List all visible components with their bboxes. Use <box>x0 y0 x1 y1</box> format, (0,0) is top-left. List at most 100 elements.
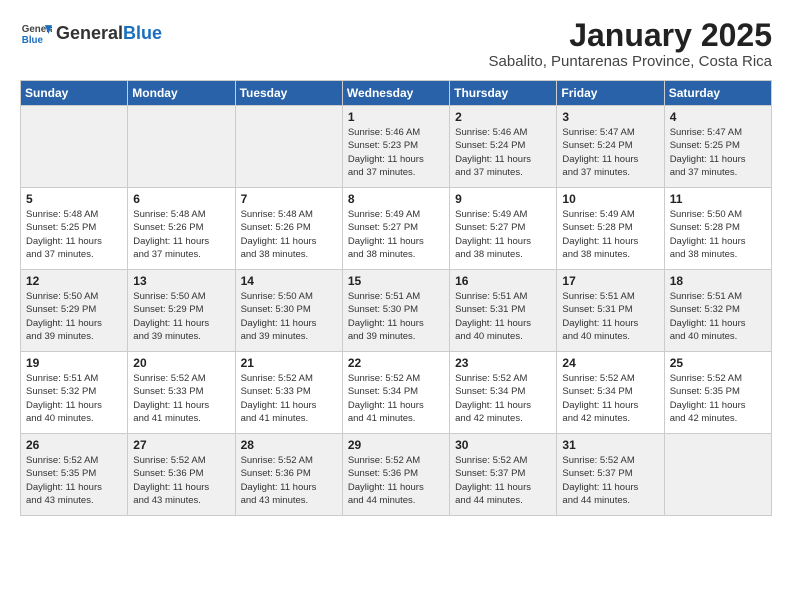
day-info: Sunrise: 5:51 AMSunset: 5:32 PMDaylight:… <box>26 372 122 425</box>
day-number: 9 <box>455 192 551 206</box>
day-info: Sunrise: 5:48 AMSunset: 5:26 PMDaylight:… <box>133 208 229 261</box>
calendar-week-row: 12 Sunrise: 5:50 AMSunset: 5:29 PMDayligh… <box>21 270 772 352</box>
title-block: January 2025 Sabalito, Puntarenas Provin… <box>489 18 772 70</box>
table-row: 28 Sunrise: 5:52 AMSunset: 5:36 PMDayligh… <box>235 434 342 516</box>
day-number: 22 <box>348 356 444 370</box>
col-sunday: Sunday <box>21 81 128 106</box>
table-row: 24Sunrise: 5:52 AMSunset: 5:34 PMDayligh… <box>557 352 664 434</box>
day-number: 25 <box>670 356 766 370</box>
day-info: Sunrise: 5:47 AMSunset: 5:24 PMDaylight:… <box>562 126 658 179</box>
table-row: 31Sunrise: 5:52 AMSunset: 5:37 PMDayligh… <box>557 434 664 516</box>
col-wednesday: Wednesday <box>342 81 449 106</box>
day-info: Sunrise: 5:50 AMSunset: 5:30 PMDaylight:… <box>241 290 337 343</box>
day-number: 17 <box>562 274 658 288</box>
col-tuesday: Tuesday <box>235 81 342 106</box>
table-row: 19 Sunrise: 5:51 AMSunset: 5:32 PMDayligh… <box>21 352 128 434</box>
day-number: 27 <box>133 438 229 452</box>
table-row: 29 Sunrise: 5:52 AMSunset: 5:36 PMDayligh… <box>342 434 449 516</box>
calendar-week-row: 19 Sunrise: 5:51 AMSunset: 5:32 PMDayligh… <box>21 352 772 434</box>
day-number: 1 <box>348 110 444 124</box>
day-info: Sunrise: 5:52 AMSunset: 5:36 PMDaylight:… <box>241 454 337 507</box>
day-number: 3 <box>562 110 658 124</box>
table-row: 16 Sunrise: 5:51 AMSunset: 5:31 PMDayligh… <box>450 270 557 352</box>
day-number: 18 <box>670 274 766 288</box>
day-info: Sunrise: 5:50 AMSunset: 5:29 PMDaylight:… <box>26 290 122 343</box>
day-info: Sunrise: 5:49 AMSunset: 5:28 PMDaylight:… <box>562 208 658 261</box>
calendar-week-row: 26Sunrise: 5:52 AMSunset: 5:35 PMDayligh… <box>21 434 772 516</box>
day-number: 12 <box>26 274 122 288</box>
svg-text:Blue: Blue <box>22 35 44 46</box>
day-info: Sunrise: 5:46 AMSunset: 5:23 PMDaylight:… <box>348 126 444 179</box>
logo-icon: General Blue <box>20 18 52 50</box>
day-number: 4 <box>670 110 766 124</box>
calendar-table: Sunday Monday Tuesday Wednesday Thursday… <box>20 80 772 516</box>
day-info: Sunrise: 5:46 AMSunset: 5:24 PMDaylight:… <box>455 126 551 179</box>
day-number: 29 <box>348 438 444 452</box>
day-info: Sunrise: 5:52 AMSunset: 5:33 PMDaylight:… <box>241 372 337 425</box>
page: General Blue GeneralBlue January 2025 Sa… <box>0 0 792 534</box>
table-row: 2 Sunrise: 5:46 AMSunset: 5:24 PMDaylight… <box>450 106 557 188</box>
table-row: 14Sunrise: 5:50 AMSunset: 5:30 PMDayligh… <box>235 270 342 352</box>
day-info: Sunrise: 5:51 AMSunset: 5:31 PMDaylight:… <box>562 290 658 343</box>
logo-general-text: General <box>56 23 123 43</box>
day-info: Sunrise: 5:51 AMSunset: 5:32 PMDaylight:… <box>670 290 766 343</box>
table-row: 10 Sunrise: 5:49 AMSunset: 5:28 PMDayligh… <box>557 188 664 270</box>
day-info: Sunrise: 5:52 AMSunset: 5:35 PMDaylight:… <box>670 372 766 425</box>
day-info: Sunrise: 5:51 AMSunset: 5:31 PMDaylight:… <box>455 290 551 343</box>
table-row: 3 Sunrise: 5:47 AMSunset: 5:24 PMDaylight… <box>557 106 664 188</box>
col-thursday: Thursday <box>450 81 557 106</box>
day-info: Sunrise: 5:50 AMSunset: 5:29 PMDaylight:… <box>133 290 229 343</box>
table-row <box>21 106 128 188</box>
day-info: Sunrise: 5:49 AMSunset: 5:27 PMDaylight:… <box>455 208 551 261</box>
logo: General Blue GeneralBlue <box>20 18 162 50</box>
day-info: Sunrise: 5:49 AMSunset: 5:27 PMDaylight:… <box>348 208 444 261</box>
table-row: 15 Sunrise: 5:51 AMSunset: 5:30 PMDayligh… <box>342 270 449 352</box>
table-row: 9 Sunrise: 5:49 AMSunset: 5:27 PMDaylight… <box>450 188 557 270</box>
col-friday: Friday <box>557 81 664 106</box>
day-number: 21 <box>241 356 337 370</box>
day-info: Sunrise: 5:52 AMSunset: 5:36 PMDaylight:… <box>348 454 444 507</box>
day-number: 30 <box>455 438 551 452</box>
table-row: 4 Sunrise: 5:47 AMSunset: 5:25 PMDaylight… <box>664 106 771 188</box>
day-number: 6 <box>133 192 229 206</box>
table-row: 17 Sunrise: 5:51 AMSunset: 5:31 PMDayligh… <box>557 270 664 352</box>
table-row: 23 Sunrise: 5:52 AMSunset: 5:34 PMDayligh… <box>450 352 557 434</box>
day-info: Sunrise: 5:52 AMSunset: 5:34 PMDaylight:… <box>348 372 444 425</box>
table-row: 22 Sunrise: 5:52 AMSunset: 5:34 PMDayligh… <box>342 352 449 434</box>
table-row: 5Sunrise: 5:48 AMSunset: 5:25 PMDaylight… <box>21 188 128 270</box>
day-number: 10 <box>562 192 658 206</box>
table-row <box>664 434 771 516</box>
day-info: Sunrise: 5:52 AMSunset: 5:34 PMDaylight:… <box>455 372 551 425</box>
day-info: Sunrise: 5:50 AMSunset: 5:28 PMDaylight:… <box>670 208 766 261</box>
day-number: 15 <box>348 274 444 288</box>
day-number: 31 <box>562 438 658 452</box>
day-number: 5 <box>26 192 122 206</box>
table-row: 26Sunrise: 5:52 AMSunset: 5:35 PMDayligh… <box>21 434 128 516</box>
day-info: Sunrise: 5:52 AMSunset: 5:33 PMDaylight:… <box>133 372 229 425</box>
day-number: 26 <box>26 438 122 452</box>
calendar-week-row: 1 Sunrise: 5:46 AMSunset: 5:23 PMDaylight… <box>21 106 772 188</box>
day-number: 28 <box>241 438 337 452</box>
day-info: Sunrise: 5:51 AMSunset: 5:30 PMDaylight:… <box>348 290 444 343</box>
day-number: 19 <box>26 356 122 370</box>
day-number: 23 <box>455 356 551 370</box>
table-row: 25 Sunrise: 5:52 AMSunset: 5:35 PMDayligh… <box>664 352 771 434</box>
day-number: 8 <box>348 192 444 206</box>
day-info: Sunrise: 5:47 AMSunset: 5:25 PMDaylight:… <box>670 126 766 179</box>
day-info: Sunrise: 5:52 AMSunset: 5:34 PMDaylight:… <box>562 372 658 425</box>
location-title: Sabalito, Puntarenas Province, Costa Ric… <box>489 53 772 70</box>
table-row: 21 Sunrise: 5:52 AMSunset: 5:33 PMDayligh… <box>235 352 342 434</box>
day-number: 11 <box>670 192 766 206</box>
day-number: 2 <box>455 110 551 124</box>
table-row: 11 Sunrise: 5:50 AMSunset: 5:28 PMDayligh… <box>664 188 771 270</box>
day-info: Sunrise: 5:52 AMSunset: 5:36 PMDaylight:… <box>133 454 229 507</box>
table-row: 27 Sunrise: 5:52 AMSunset: 5:36 PMDayligh… <box>128 434 235 516</box>
day-number: 16 <box>455 274 551 288</box>
table-row: 6 Sunrise: 5:48 AMSunset: 5:26 PMDaylight… <box>128 188 235 270</box>
calendar-week-row: 5Sunrise: 5:48 AMSunset: 5:25 PMDaylight… <box>21 188 772 270</box>
day-info: Sunrise: 5:52 AMSunset: 5:37 PMDaylight:… <box>455 454 551 507</box>
logo-blue-text: Blue <box>123 23 162 43</box>
table-row: 20Sunrise: 5:52 AMSunset: 5:33 PMDayligh… <box>128 352 235 434</box>
col-saturday: Saturday <box>664 81 771 106</box>
table-row <box>235 106 342 188</box>
